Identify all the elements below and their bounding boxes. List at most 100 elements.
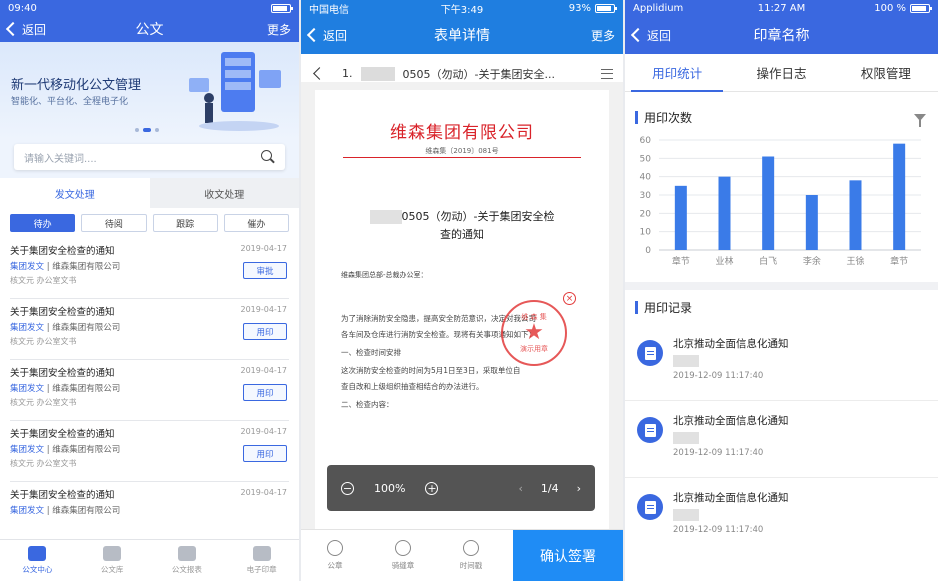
bar: [805, 195, 818, 250]
page-title: 印章名称: [753, 28, 810, 44]
status-bar: 中国电信 下午3:49 93%: [301, 0, 623, 16]
clock-icon: [463, 540, 479, 556]
tab-tracking[interactable]: 跟踪: [152, 214, 218, 232]
item-source: 集团发文 | 维森集团有限公司: [10, 506, 121, 516]
paging-seal-icon: [395, 540, 411, 556]
books-icon: [103, 546, 122, 561]
list-item[interactable]: 关于集团安全检查的通知 2019-04-17 集团发文 | 维森集团有限公司 核…: [10, 299, 289, 360]
list-item[interactable]: 关于集团安全检查的通知 2019-04-17 集团发文 | 维森集团有限公司 核…: [10, 238, 289, 299]
tab-doc-library[interactable]: 公文库: [75, 540, 150, 581]
prev-page-icon[interactable]: ‹: [518, 482, 522, 495]
back-button[interactable]: 返回: [630, 27, 671, 44]
redacted-block: [673, 509, 699, 521]
tab-urge[interactable]: 催办: [223, 214, 289, 232]
zoom-out-icon[interactable]: −: [341, 481, 354, 495]
x-tick-label: 王徐: [846, 255, 864, 267]
bar: [718, 176, 731, 250]
chevron-left-icon: [630, 27, 646, 43]
back-label: 返回: [323, 28, 348, 43]
document-viewer[interactable]: 维森集团有限公司 维森集〔2019〕081号 0505（勿动）-关于集团安全检 …: [301, 82, 623, 529]
tool-timestamp[interactable]: 时间戳: [437, 530, 505, 581]
banner-pager[interactable]: [135, 128, 159, 132]
tool-label: 骑缝章: [391, 561, 415, 570]
tool-perforation-seal[interactable]: 骑缝章: [369, 530, 437, 581]
section-header-records: 用印记录: [625, 290, 938, 324]
layers-icon[interactable]: [601, 68, 613, 79]
tab-usage-stats[interactable]: 用印统计: [625, 54, 729, 92]
record-list: 北京推动全面信息化通知 2019-12-09 11:17:40 北京推动全面信息…: [625, 324, 938, 555]
pager: ‹ 1/4 ›: [518, 482, 581, 495]
bottom-tab-bar: 公文中心 公文库 公文报表 电子印章: [0, 539, 299, 581]
record-body: 北京推动全面信息化通知 2019-12-09 11:17:40: [673, 413, 926, 477]
tab-e-seal[interactable]: 电子印章: [224, 540, 299, 581]
x-tick-label: 白飞: [759, 255, 777, 267]
banner-title: 新一代移动化公文管理: [11, 78, 142, 93]
header: 09:40 返回 公文 更多: [0, 0, 299, 42]
tab-doc-center[interactable]: 公文中心: [0, 540, 75, 581]
record-title: 北京推动全面信息化通知: [673, 338, 789, 350]
list-item[interactable]: 关于集团安全检查的通知 2019-04-17 集团发文 | 维森集团有限公司 核…: [10, 421, 289, 482]
tab-operation-log[interactable]: 操作日志: [729, 54, 833, 91]
x-tick-label: 章节: [890, 255, 908, 267]
seal-button[interactable]: 用印: [243, 323, 287, 340]
tab-label: 公文中心: [22, 565, 53, 574]
zoom-in-icon[interactable]: +: [425, 481, 439, 495]
status-bar: Applidium 11:27 AM 100 %: [625, 0, 938, 16]
y-tick-label: 30: [640, 191, 652, 201]
item-source-org: 维森集团有限公司: [52, 445, 121, 455]
zoom-level: 100%: [374, 481, 406, 495]
list-item[interactable]: 关于集团安全检查的通知 2019-04-17 集团发文 | 维森集团有限公司 核…: [10, 360, 289, 421]
tab-doc-report[interactable]: 公文报表: [150, 540, 225, 581]
tab-toread[interactable]: 待阅: [81, 214, 147, 232]
segment-outgoing[interactable]: 发文处理: [0, 178, 150, 208]
list-item[interactable]: 北京推动全面信息化通知 2019-12-09 11:17:40: [625, 478, 938, 555]
section-title-text: 用印记录: [644, 300, 693, 315]
usage-bar-chart: 0 10 20 30 40 50 60 章节 业林 白飞 李余 王徐 章节: [625, 132, 938, 282]
banner-illustration-icon: [189, 52, 281, 131]
search-icon[interactable]: [261, 150, 275, 164]
screen-document-list: 09:40 返回 公文 更多 新一代移动化公文管理 智能化、平台化、全程电子化: [0, 0, 299, 581]
tool-official-seal[interactable]: 公章: [301, 530, 369, 581]
y-tick-label: 60: [640, 136, 652, 146]
item-source-org: 维森集团有限公司: [52, 262, 121, 272]
more-button[interactable]: 更多: [591, 27, 615, 44]
search-input[interactable]: 请输入关键词....: [14, 144, 285, 170]
filter-icon[interactable]: [914, 113, 926, 127]
page-title: 表单详情: [434, 28, 490, 44]
approve-button[interactable]: 审批: [243, 262, 287, 279]
tab-permissions[interactable]: 权限管理: [834, 54, 938, 91]
section-header-chart: 用印次数: [625, 102, 938, 132]
pager-dot: [155, 128, 159, 132]
chevron-left-icon[interactable]: [313, 67, 326, 80]
remove-stamp-icon[interactable]: ×: [563, 292, 576, 305]
battery-percent: 93%: [568, 2, 591, 14]
list-item[interactable]: 北京推动全面信息化通知 2019-12-09 11:17:40: [625, 401, 938, 478]
seal-button[interactable]: 用印: [243, 384, 287, 401]
status-bar: 09:40: [0, 0, 299, 16]
seal-button[interactable]: 用印: [243, 445, 287, 462]
confirm-sign-button[interactable]: 确认签署: [513, 530, 623, 581]
document-icon: [637, 417, 663, 443]
back-button[interactable]: 返回: [306, 27, 348, 44]
header: 中国电信 下午3:49 93% 返回 表单详情 更多: [301, 0, 623, 54]
status-right: 100 %: [874, 3, 932, 14]
seal-stamp[interactable]: 维 森 集 ★ 演示用章: [501, 300, 567, 366]
back-button[interactable]: 返回: [5, 21, 46, 38]
screens-composite: 09:40 返回 公文 更多 新一代移动化公文管理 智能化、平台化、全程电子化: [0, 0, 938, 581]
chevron-left-icon: [306, 27, 322, 43]
chevron-left-icon: [5, 21, 21, 37]
list-item[interactable]: 北京推动全面信息化通知 2019-12-09 11:17:40: [625, 324, 938, 401]
section-title: 用印次数: [635, 109, 692, 126]
tab-label: 公文库: [100, 565, 124, 574]
doc-heading-line2: 查的通知: [440, 228, 484, 241]
status-carrier: Applidium: [633, 2, 684, 14]
next-page-icon[interactable]: ›: [577, 482, 581, 495]
item-source-type: 集团发文: [10, 262, 45, 272]
doc-heading-line1: 0505（勿动）-关于集团安全检: [401, 210, 555, 223]
promo-banner[interactable]: 新一代移动化公文管理 智能化、平台化、全程电子化: [0, 42, 299, 140]
more-button[interactable]: 更多: [267, 21, 291, 38]
doc-paragraph: 二、检查内容：: [341, 400, 394, 409]
segment-incoming[interactable]: 收文处理: [149, 178, 299, 208]
tab-todo[interactable]: 待办: [10, 214, 76, 232]
list-item[interactable]: 关于集团安全检查的通知 2019-04-17 集团发文 | 维森集团有限公司: [10, 482, 289, 543]
